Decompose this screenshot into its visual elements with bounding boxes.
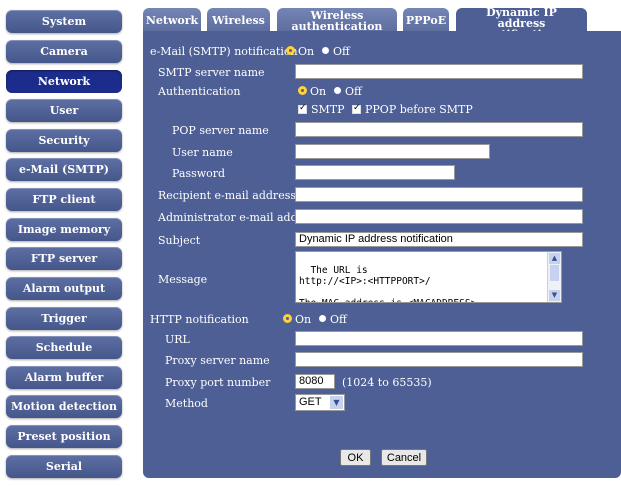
url-label: URL — [165, 333, 190, 346]
user-name-label: User name — [172, 146, 233, 159]
ok-button[interactable]: OK — [340, 449, 371, 466]
subject-label: Subject — [158, 234, 201, 247]
sidebar-item-ftp-server[interactable]: FTP server — [6, 247, 122, 270]
sidebar-item-system[interactable]: System — [6, 10, 122, 33]
sidebar-item-schedule[interactable]: Schedule — [6, 336, 122, 359]
smtp-server-name-input[interactable] — [295, 64, 583, 79]
sidebar-item-alarm-output[interactable]: Alarm output — [6, 277, 122, 300]
sidebar-item-camera[interactable]: Camera — [6, 40, 122, 63]
tab-wireless-authentication[interactable]: Wireless authentication — [277, 8, 397, 33]
subject-input[interactable]: Dynamic IP address notification — [295, 232, 583, 247]
message-textarea[interactable]: The URL is http://<IP>:<HTTPPORT>/ The M… — [295, 251, 562, 303]
url-input[interactable] — [295, 331, 583, 346]
authentication-label: Authentication — [158, 85, 241, 98]
sidebar-item-image-memory[interactable]: Image memory — [6, 218, 122, 241]
sidebar-item-network[interactable]: Network — [6, 70, 122, 93]
proxy-server-name-label: Proxy server name — [165, 354, 270, 367]
message-scrollbar[interactable]: ▲ ▼ — [547, 252, 561, 302]
sidebar-item-ftp-client[interactable]: FTP client — [6, 188, 122, 211]
password-label: Password — [172, 167, 226, 180]
sidebar-item-preset-position[interactable]: Preset position — [6, 425, 122, 448]
http-notification-on-radio[interactable] — [284, 315, 291, 322]
smtp-auth-label: SMTP — [311, 103, 345, 116]
authentication-on-label: On — [310, 85, 327, 98]
authentication-off-label: Off — [345, 85, 362, 98]
scroll-thumb[interactable] — [550, 265, 559, 281]
sidebar-item-motion-detection[interactable]: Motion detection — [6, 395, 122, 418]
sidebar-item-trigger[interactable]: Trigger — [6, 307, 122, 330]
http-notification-label: HTTP notification — [150, 313, 249, 326]
method-select[interactable]: GET ▼ — [295, 394, 345, 411]
proxy-port-label: Proxy port number — [165, 376, 271, 389]
http-notification-off-label: Off — [330, 313, 347, 326]
smtp-notification-off-label: Off — [333, 45, 350, 58]
smtp-notification-label: e-Mail (SMTP) notification — [150, 45, 298, 58]
sidebar: System Camera Network User Security e-Ma… — [0, 0, 131, 486]
scroll-down-icon[interactable]: ▼ — [549, 290, 560, 301]
password-input[interactable] — [295, 165, 455, 180]
sidebar-item-email-smtp[interactable]: e-Mail (SMTP) — [6, 158, 122, 181]
tab-pppoe[interactable]: PPPoE — [403, 8, 449, 33]
proxy-port-range: (1024 to 65535) — [342, 376, 432, 389]
smtp-notification-off-radio[interactable] — [322, 47, 329, 54]
proxy-port-input[interactable]: 8080 — [295, 374, 335, 389]
message-text: The URL is http://<IP>:<HTTPPORT>/ The M… — [299, 265, 482, 302]
admin-email-input[interactable] — [295, 209, 583, 224]
pop-server-name-input[interactable] — [295, 122, 583, 137]
sidebar-item-user[interactable]: User — [6, 99, 122, 122]
tab-wireless[interactable]: Wireless — [207, 8, 270, 33]
user-name-input[interactable] — [295, 144, 490, 159]
scroll-up-icon[interactable]: ▲ — [549, 253, 560, 264]
smtp-notification-on-radio[interactable] — [287, 47, 294, 54]
smtp-server-name-label: SMTP server name — [158, 66, 265, 79]
message-label: Message — [158, 273, 208, 286]
http-notification-off-radio[interactable] — [319, 315, 326, 322]
smtp-notification-on-label: On — [298, 45, 315, 58]
smtp-auth-checkbox[interactable] — [298, 103, 307, 114]
chevron-down-icon[interactable]: ▼ — [330, 396, 343, 409]
ppop-auth-label: PPOP before SMTP — [365, 103, 473, 116]
ppop-auth-checkbox[interactable] — [352, 103, 361, 114]
authentication-off-radio[interactable] — [334, 87, 341, 94]
sidebar-item-alarm-buffer[interactable]: Alarm buffer — [6, 366, 122, 389]
cancel-button[interactable]: Cancel — [381, 449, 427, 466]
method-label: Method — [165, 397, 208, 410]
pop-server-name-label: POP server name — [172, 124, 269, 137]
sidebar-item-serial[interactable]: Serial — [6, 455, 122, 478]
recipient-email-input[interactable] — [295, 187, 583, 202]
http-notification-on-label: On — [295, 313, 312, 326]
sidebar-item-security[interactable]: Security — [6, 129, 122, 152]
tab-network[interactable]: Network — [143, 8, 201, 33]
method-value: GET — [299, 396, 322, 408]
authentication-on-radio[interactable] — [299, 87, 306, 94]
proxy-server-name-input[interactable] — [295, 352, 583, 367]
recipient-email-label: Recipient e-mail address — [158, 189, 296, 202]
